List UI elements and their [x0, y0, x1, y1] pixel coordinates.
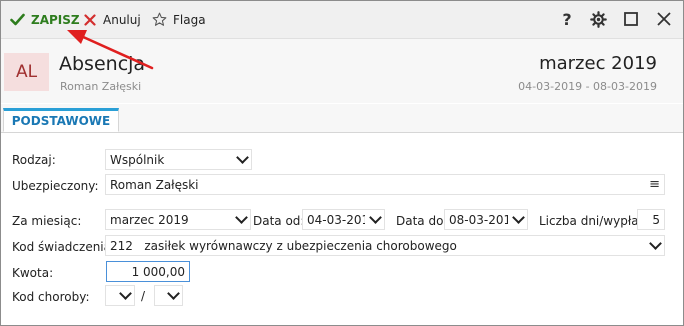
window: ZAPISZ Anuluj Flaga ? AL Absencja Roman … [0, 0, 684, 326]
annotation-arrow [67, 30, 154, 70]
